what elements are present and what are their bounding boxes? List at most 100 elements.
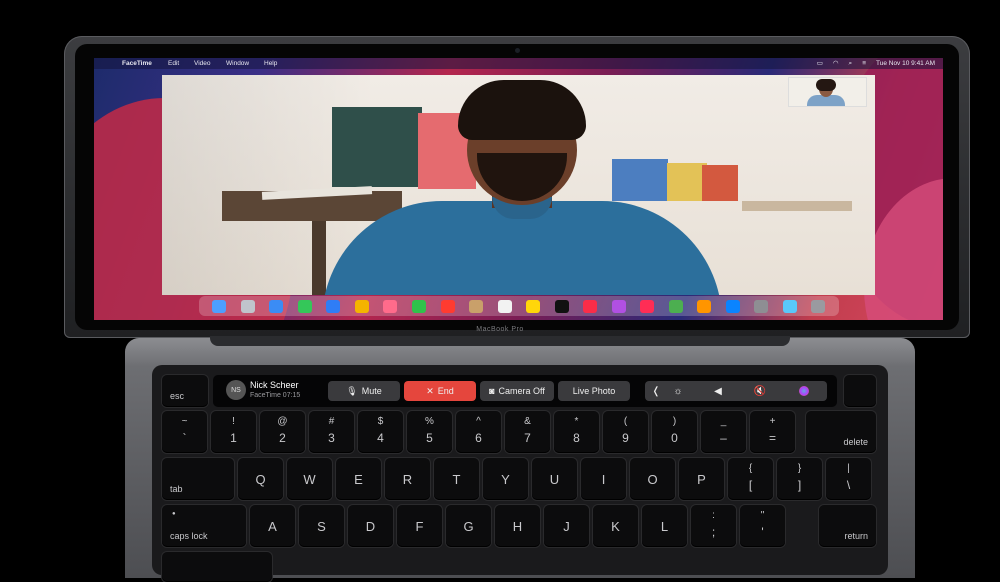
key-bracket[interactable]: {[ (728, 458, 773, 500)
system-preferences-icon[interactable] (754, 299, 769, 313)
key-shift-label: ) (672, 416, 677, 427)
trash-icon[interactable] (811, 299, 826, 313)
app-store-icon[interactable] (725, 299, 740, 313)
numbers-icon[interactable] (668, 299, 683, 313)
reminders-icon[interactable] (497, 299, 512, 313)
key-punctuation[interactable]: :; (691, 505, 736, 547)
key-l[interactable]: L (642, 505, 687, 547)
key-1[interactable]: ! 1 (211, 411, 256, 453)
messages-icon[interactable] (297, 299, 312, 313)
key-r[interactable]: R (385, 458, 430, 500)
self-view-hair (816, 79, 836, 91)
news-icon[interactable] (640, 299, 655, 313)
facetime-icon[interactable] (411, 299, 426, 313)
mute-button[interactable]: 🎙 Mute (328, 381, 400, 401)
end-call-button[interactable]: ✕ End (404, 381, 476, 401)
key-3[interactable]: #3 (309, 411, 354, 453)
notes-icon[interactable] (526, 299, 541, 313)
key-bracket[interactable]: }] (777, 458, 822, 500)
contacts-icon[interactable] (469, 299, 484, 313)
key-u[interactable]: U (532, 458, 577, 500)
photos-icon[interactable] (383, 299, 398, 313)
calendar-icon[interactable] (440, 299, 455, 313)
key-6[interactable]: ^ 6 (456, 411, 501, 453)
key-8[interactable]: * 8 (554, 411, 599, 453)
siri-icon[interactable] (792, 381, 816, 401)
podcasts-icon[interactable] (611, 299, 626, 313)
key-label: K (611, 519, 620, 534)
key-g[interactable]: G (446, 505, 491, 547)
key-i[interactable]: I (581, 458, 626, 500)
key-h[interactable]: H (495, 505, 540, 547)
menu-window[interactable]: Window (226, 58, 249, 69)
key-–[interactable]: _ – (701, 411, 746, 453)
key-s[interactable]: S (299, 505, 344, 547)
key-bracket[interactable]: | \ (826, 458, 871, 500)
camera-off-button[interactable]: ◙ Camera Off (480, 381, 554, 401)
key-shift-label: } (797, 463, 802, 474)
key-k[interactable]: K (593, 505, 638, 547)
brightness-icon[interactable]: ☼ (666, 381, 690, 401)
volume-icon[interactable]: ◀ (706, 381, 730, 401)
end-label: End (437, 386, 454, 396)
downloads-folder-icon[interactable] (782, 299, 797, 313)
key-p[interactable]: P (679, 458, 724, 500)
key-punctuation[interactable]: " ' (740, 505, 785, 547)
key-label: H (512, 519, 523, 534)
key-label: J (563, 519, 570, 534)
music-icon[interactable] (583, 299, 598, 313)
key-label: [ (748, 478, 753, 492)
esc-key[interactable]: esc (162, 375, 208, 407)
key-f[interactable]: F (397, 505, 442, 547)
caps-lock-indicator: ● (172, 511, 176, 517)
key-=[interactable]: + = (750, 411, 795, 453)
key-j[interactable]: J (544, 505, 589, 547)
key-shift-label: " (760, 510, 765, 521)
pages-icon[interactable] (697, 299, 712, 313)
key-7[interactable]: & 7 (505, 411, 550, 453)
key-2[interactable]: @2 (260, 411, 305, 453)
key-0[interactable]: ) 0 (652, 411, 697, 453)
mail-icon[interactable] (326, 299, 341, 313)
tv-icon[interactable] (554, 299, 569, 313)
tab-key[interactable]: tab (162, 458, 234, 500)
key-q[interactable]: Q (238, 458, 283, 500)
menu-help[interactable]: Help (264, 58, 277, 69)
self-view-pip[interactable] (788, 77, 867, 107)
key-e[interactable]: E (336, 458, 381, 500)
search-icon[interactable]: ⌕ (849, 58, 853, 69)
touch-id-key[interactable] (844, 375, 876, 407)
launchpad-icon[interactable] (240, 299, 255, 313)
key-4[interactable]: $4 (358, 411, 403, 453)
key-5[interactable]: % 5 (407, 411, 452, 453)
key-9[interactable]: (9 (603, 411, 648, 453)
key-d[interactable]: D (348, 505, 393, 547)
menu-clock[interactable]: Tue Nov 10 9:41 AM (876, 58, 935, 69)
key-a[interactable]: A (250, 505, 295, 547)
key-label: I (601, 472, 606, 487)
finder-icon[interactable] (212, 299, 227, 313)
control-center-icon[interactable]: ≡ (862, 58, 866, 69)
menu-edit[interactable]: Edit (168, 58, 179, 69)
key-label: 6 (475, 431, 482, 445)
delete-key[interactable]: delete (806, 411, 876, 453)
key-`[interactable]: ~ ` (162, 411, 207, 453)
key-w[interactable]: W (287, 458, 332, 500)
shift-key[interactable] (162, 552, 272, 582)
mute-volume-icon[interactable]: 🔇 (748, 381, 772, 401)
battery-icon[interactable]: ▭ (817, 58, 823, 69)
key-o[interactable]: O (630, 458, 675, 500)
maps-icon[interactable] (354, 299, 369, 313)
return-key[interactable]: return (819, 505, 876, 547)
live-photo-button[interactable]: Live Photo (558, 381, 630, 401)
caps-lock-key[interactable]: ● caps lock (162, 505, 246, 547)
collapse-strip-icon[interactable]: ❬ (644, 381, 668, 401)
wifi-icon[interactable]: ◠ (833, 58, 839, 69)
menu-video[interactable]: Video (194, 58, 211, 69)
key-y[interactable]: Y (483, 458, 528, 500)
menu-facetime[interactable]: FaceTime (122, 58, 152, 69)
key-t[interactable]: T (434, 458, 479, 500)
return-label: return (844, 531, 868, 541)
facetime-video (162, 75, 875, 295)
safari-icon[interactable] (269, 299, 284, 313)
